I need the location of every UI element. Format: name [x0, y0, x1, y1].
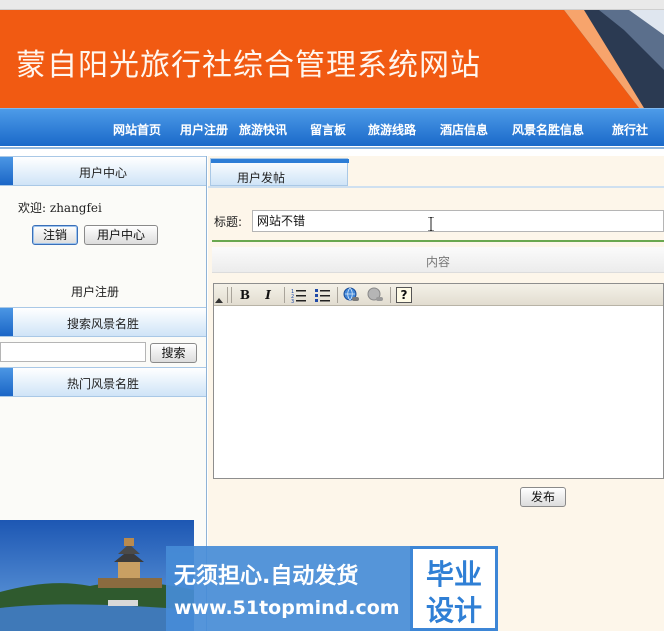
svg-text:3: 3 — [291, 299, 294, 303]
title-input[interactable]: 网站不错 — [252, 210, 664, 232]
editor-body[interactable] — [214, 307, 663, 478]
tab-user-post[interactable]: 用户发帖 — [210, 158, 349, 186]
toolbar-separator — [337, 287, 338, 303]
register-link[interactable]: 用户注册 — [0, 283, 190, 300]
watermark-banner: 无须担心.自动发货 www.51topmind.com — [166, 546, 410, 631]
nav-travel-routes[interactable]: 旅游线路 — [368, 121, 416, 138]
nav-divider — [0, 147, 664, 149]
banner-decoration — [564, 10, 664, 108]
nav-scenic-spots[interactable]: 风景名胜信息 — [512, 121, 584, 138]
logout-button[interactable]: 注销 — [32, 225, 78, 245]
unlink-icon[interactable] — [366, 287, 384, 303]
title-label: 标题: — [214, 215, 243, 229]
toolbar-separator — [284, 287, 285, 303]
bold-button[interactable]: B — [236, 287, 254, 303]
welcome-text: 欢迎: zhangfei — [18, 199, 102, 216]
section-divider — [212, 240, 664, 242]
hot-spots-heading: 热门风景名胜 — [66, 377, 139, 391]
search-input[interactable] — [0, 342, 146, 362]
italic-button[interactable]: I — [259, 287, 277, 303]
editor-toolbar: B I 1 2 3 ? — [214, 284, 663, 306]
site-title: 蒙自阳光旅行社综合管理系统网站 — [16, 48, 481, 83]
main-nav: 网站首页 用户注册 旅游快讯 留言板 旅游线路 酒店信息 风景名胜信息 旅行社 — [0, 108, 664, 146]
tab-user-post-label: 用户发帖 — [237, 171, 286, 185]
toolbar-separator — [227, 287, 228, 303]
user-center-button[interactable]: 用户中心 — [84, 225, 158, 245]
nav-home[interactable]: 网站首页 — [113, 121, 161, 138]
help-button[interactable]: ? — [396, 287, 412, 303]
text-cursor-icon — [428, 217, 434, 231]
watermark-badge-line2: 设计 — [425, 594, 482, 627]
nav-travel-news[interactable]: 旅游快讯 — [239, 121, 287, 138]
watermark-badge: 毕业 设计 — [410, 546, 498, 631]
watermark-url: www.51topmind.com — [174, 597, 400, 619]
tab-accent-bar — [211, 159, 349, 163]
watermark: 无须担心.自动发货 www.51topmind.com 毕业 设计 — [166, 546, 498, 631]
content-header: 内容 — [212, 247, 664, 273]
browser-top-strip — [0, 0, 664, 10]
rich-text-editor: B I 1 2 3 ? — [213, 283, 664, 479]
nav-hotel-info[interactable]: 酒店信息 — [440, 121, 488, 138]
user-center-heading: 用户中心 — [78, 166, 127, 180]
insert-link-icon[interactable] — [342, 287, 360, 303]
search-header: 搜索风景名胜 — [0, 307, 206, 337]
welcome-label: 欢迎: — [18, 201, 47, 215]
user-center-header: 用户中心 — [0, 156, 206, 186]
toolbar-separator — [390, 287, 391, 303]
hot-spots-header: 热门风景名胜 — [0, 367, 206, 397]
search-button[interactable]: 搜索 — [150, 343, 197, 363]
site-banner: 蒙自阳光旅行社综合管理系统网站 — [0, 10, 664, 108]
search-heading: 搜索风景名胜 — [66, 317, 139, 331]
scenic-photo — [0, 520, 194, 631]
publish-button[interactable]: 发布 — [520, 487, 566, 507]
toolbar-separator — [231, 287, 232, 303]
page: 蒙自阳光旅行社综合管理系统网站 网站首页 用户注册 旅游快讯 留言板 旅游线路 … — [0, 0, 664, 631]
bullet-list-icon[interactable] — [314, 287, 332, 303]
tab-divider — [208, 186, 664, 188]
watermark-slogan: 无须担心.自动发货 — [174, 564, 359, 589]
numbered-list-icon[interactable]: 1 2 3 — [290, 287, 308, 303]
username: zhangfei — [49, 201, 102, 215]
nav-register[interactable]: 用户注册 — [180, 121, 228, 138]
content-label: 内容 — [425, 255, 450, 269]
watermark-badge-line1: 毕业 — [425, 558, 482, 591]
nav-guestbook[interactable]: 留言板 — [310, 121, 346, 138]
toolbar-collapse-icon[interactable] — [214, 292, 224, 304]
nav-travel-agency[interactable]: 旅行社 — [612, 121, 648, 138]
